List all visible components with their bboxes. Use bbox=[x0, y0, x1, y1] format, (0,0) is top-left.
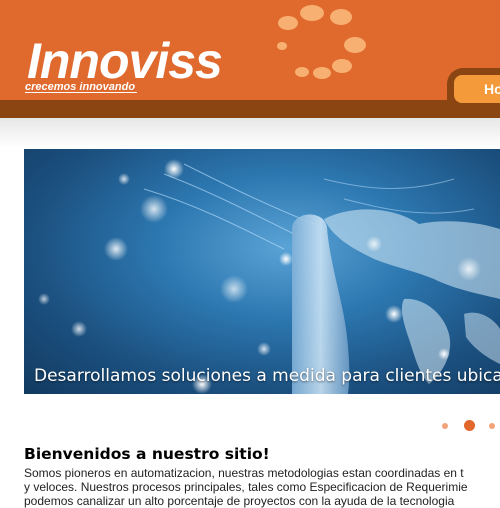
tagline-underline bbox=[25, 92, 137, 93]
intro-paragraph-line: y veloces. Nuestros procesos principales… bbox=[24, 480, 468, 494]
hero-slider[interactable]: Desarrollamos soluciones a medida para c… bbox=[24, 149, 500, 394]
slider-dot[interactable] bbox=[489, 423, 495, 429]
intro-paragraph-line: podemos canalizar un alto porcentaje de … bbox=[24, 494, 455, 508]
intro-paragraph-line: Somos pioneros en automatizacion, nuestr… bbox=[24, 466, 464, 480]
slider-pager bbox=[430, 418, 500, 434]
slider-dot-active[interactable] bbox=[464, 420, 475, 431]
welcome-heading: Bienvenidos a nuestro sitio! bbox=[24, 445, 270, 463]
header-shadow bbox=[0, 118, 500, 148]
nav-item-home[interactable]: Ho bbox=[454, 75, 500, 103]
hero-caption: Desarrollamos soluciones a medida para c… bbox=[34, 366, 500, 386]
header-band bbox=[0, 100, 500, 118]
site-header: Innoviss crecemos innovando Ho bbox=[0, 0, 500, 118]
logo-text[interactable]: Innoviss bbox=[27, 36, 223, 86]
hero-image bbox=[38, 159, 500, 394]
slider-dot[interactable] bbox=[442, 423, 448, 429]
